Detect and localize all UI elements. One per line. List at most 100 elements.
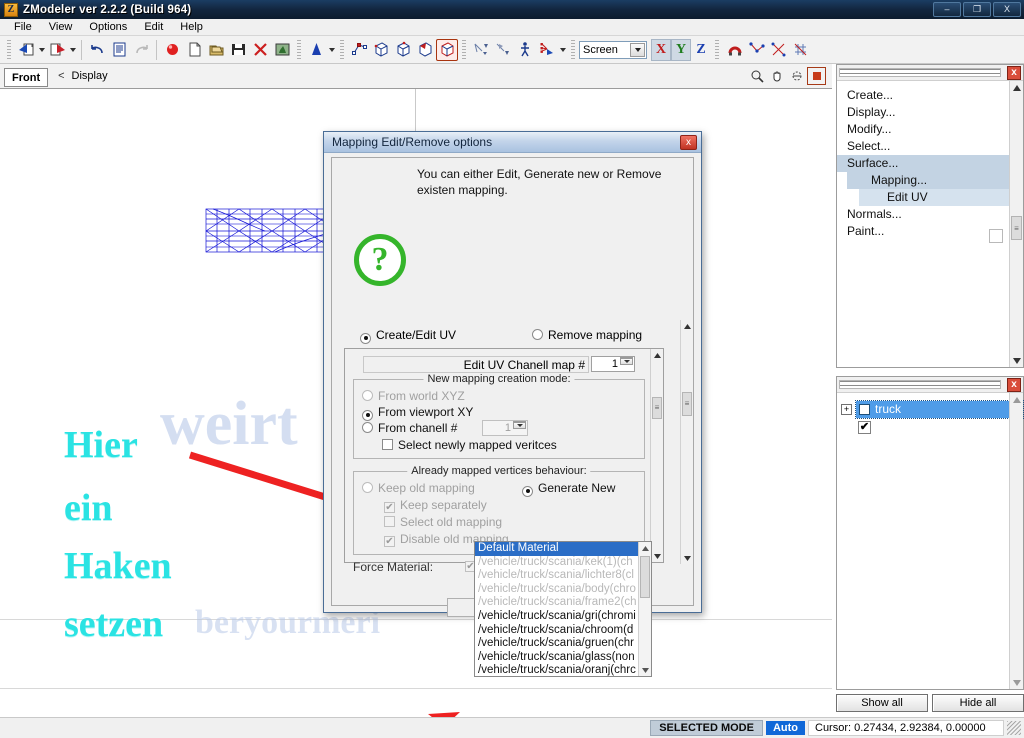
dialog-titlebar[interactable]: Mapping Edit/Remove options x [324, 132, 701, 153]
sidebar-item-display[interactable]: Display... [837, 104, 1023, 121]
sidebar-item-edit-uv[interactable]: Edit UV [859, 189, 1023, 206]
magnet-icon[interactable] [723, 39, 745, 61]
checkbox-select-old-mapping[interactable]: Select old mapping [384, 515, 502, 529]
face-tool-icon[interactable] [470, 39, 492, 61]
undo-icon[interactable] [86, 39, 108, 61]
object-select-icon[interactable] [392, 39, 414, 61]
material-dropdown-list[interactable]: Default Material /vehicle/truck/scania/k… [474, 541, 652, 677]
scroll-up-icon[interactable] [1010, 393, 1023, 406]
sidebar-item-modify[interactable]: Modify... [837, 121, 1023, 138]
new-file-icon[interactable] [183, 39, 205, 61]
dropdown-scrollbar[interactable] [638, 542, 651, 676]
scrollbar-thumb[interactable]: ≡ [682, 392, 692, 416]
list-item[interactable]: /vehicle/truck/scania/glass(non [475, 651, 651, 665]
toolbar-grip[interactable] [715, 39, 719, 60]
zoom-icon[interactable] [747, 67, 766, 85]
scroll-up-icon[interactable] [682, 321, 692, 331]
checkbox-select-newly-mapped[interactable]: Select newly mapped veritces [382, 438, 557, 452]
materials-icon[interactable] [271, 39, 293, 61]
scroll-up-icon[interactable] [652, 350, 662, 360]
menu-edit[interactable]: Edit [136, 20, 172, 34]
chevron-down-icon[interactable] [630, 42, 645, 57]
dialog-close-button[interactable]: x [680, 135, 697, 150]
scroll-down-icon[interactable] [1010, 354, 1023, 367]
command-panel-scrollbar[interactable]: ≡ [1009, 81, 1023, 367]
sidebar-item-mapping[interactable]: Mapping... [847, 172, 1023, 189]
menu-options[interactable]: Options [81, 20, 136, 34]
restore-button[interactable]: ❐ [963, 2, 991, 17]
panel-drag-rails[interactable] [839, 380, 1001, 389]
export-icon[interactable] [46, 39, 68, 61]
axis-z-button[interactable]: Z [691, 39, 711, 61]
element-select-icon[interactable] [436, 38, 458, 61]
visibility-checkbox[interactable] [859, 403, 870, 415]
radio-from-world-xyz[interactable]: From world XYZ [362, 389, 465, 403]
scroll-up-icon[interactable] [639, 542, 651, 554]
list-item[interactable]: /vehicle/truck/scania/frame2(ch [475, 596, 651, 610]
radio-create-edit-uv[interactable]: Create/Edit UV [360, 328, 456, 344]
toolbar-grip[interactable] [462, 39, 466, 60]
hide-all-button[interactable]: Hide all [932, 694, 1024, 712]
spinner-down-icon[interactable] [620, 358, 633, 365]
radio-generate-new[interactable]: Generate New [522, 481, 615, 497]
tree-node-truck[interactable]: truck [855, 399, 1024, 419]
face-select-icon[interactable] [370, 39, 392, 61]
table-row[interactable]: + truck [837, 399, 1024, 419]
toolbar-grip[interactable] [7, 39, 11, 60]
panel-drag-rails[interactable] [839, 68, 1001, 77]
from-chanell-spinner[interactable]: 1 [482, 420, 528, 436]
scroll-down-icon[interactable] [1010, 676, 1023, 689]
list-item[interactable]: /vehicle/truck/scania/gri(chromi [475, 610, 651, 624]
snap-grid-icon[interactable] [789, 39, 811, 61]
scene-dropdown-arrow-icon[interactable] [558, 39, 567, 61]
coordinate-space-select[interactable]: Screen [579, 40, 647, 59]
biped-icon[interactable] [514, 39, 536, 61]
close-icon[interactable]: x [1007, 66, 1021, 80]
view-tab-front[interactable]: Front [4, 67, 49, 87]
list-item[interactable]: /vehicle/truck/scania/gruen(chr [475, 637, 651, 651]
scrollbar-thumb[interactable] [640, 556, 650, 598]
show-all-button[interactable]: Show all [836, 694, 928, 712]
list-item[interactable]: /vehicle/truck/scania/lichter8(cl [475, 569, 651, 583]
render-icon[interactable] [161, 39, 183, 61]
scene-icon[interactable] [536, 39, 558, 61]
scroll-down-icon[interactable] [639, 664, 651, 676]
list-item[interactable]: Default Material [475, 542, 651, 556]
import-dropdown-arrow-icon[interactable] [37, 39, 46, 61]
cone-primitive-icon[interactable] [305, 39, 327, 61]
sidebar-item-select[interactable]: Select... [837, 138, 1023, 155]
pan-icon[interactable] [767, 67, 786, 85]
radio-from-viewport-xy[interactable]: From viewport XY [362, 405, 473, 421]
toolbar-grip[interactable] [297, 39, 301, 60]
menu-view[interactable]: View [41, 20, 82, 34]
open-file-icon[interactable] [205, 39, 227, 61]
vertex-select-icon[interactable] [348, 39, 370, 61]
breadcrumb-back-icon[interactable]: < [58, 70, 64, 82]
maximize-view-icon[interactable] [807, 67, 826, 85]
export-dropdown-arrow-icon[interactable] [68, 39, 77, 61]
scroll-up-icon[interactable] [1010, 81, 1023, 94]
child-visibility-checkbox[interactable]: ✔ [858, 421, 871, 434]
sidebar-item-surface[interactable]: Surface... [837, 155, 1023, 172]
expand-icon[interactable]: + [841, 403, 852, 415]
objects-panel-scrollbar[interactable] [1009, 393, 1023, 689]
snap-vertex-icon[interactable] [745, 39, 767, 61]
list-item[interactable]: /vehicle/truck/scania/chroom(d [475, 624, 651, 638]
polygon-select-icon[interactable] [414, 39, 436, 61]
dialog-outer-scrollbar[interactable]: ≡ [680, 320, 693, 564]
checkbox-keep-separately[interactable]: ✔ Keep separately [384, 498, 487, 513]
snap-edge-icon[interactable] [767, 39, 789, 61]
sidebar-item-create[interactable]: Create... [837, 87, 1023, 104]
scrollbar-thumb[interactable]: ≡ [652, 397, 662, 419]
scrollbar-thumb[interactable]: ≡ [1011, 216, 1022, 240]
sidebar-item-normals[interactable]: Normals... [837, 206, 1023, 223]
toolbar-grip[interactable] [571, 39, 575, 60]
list-item[interactable]: /vehicle/truck/scania/body(chro [475, 583, 651, 597]
vertex-tool-icon[interactable] [492, 39, 514, 61]
radio-from-chanell[interactable]: From chanell # [362, 421, 457, 435]
axis-x-button[interactable]: X [651, 38, 671, 61]
primitive-dropdown-arrow-icon[interactable] [327, 39, 336, 61]
axis-y-button[interactable]: Y [671, 38, 691, 61]
close-button[interactable]: X [993, 2, 1021, 17]
radio-remove-mapping[interactable]: Remove mapping [532, 328, 642, 342]
